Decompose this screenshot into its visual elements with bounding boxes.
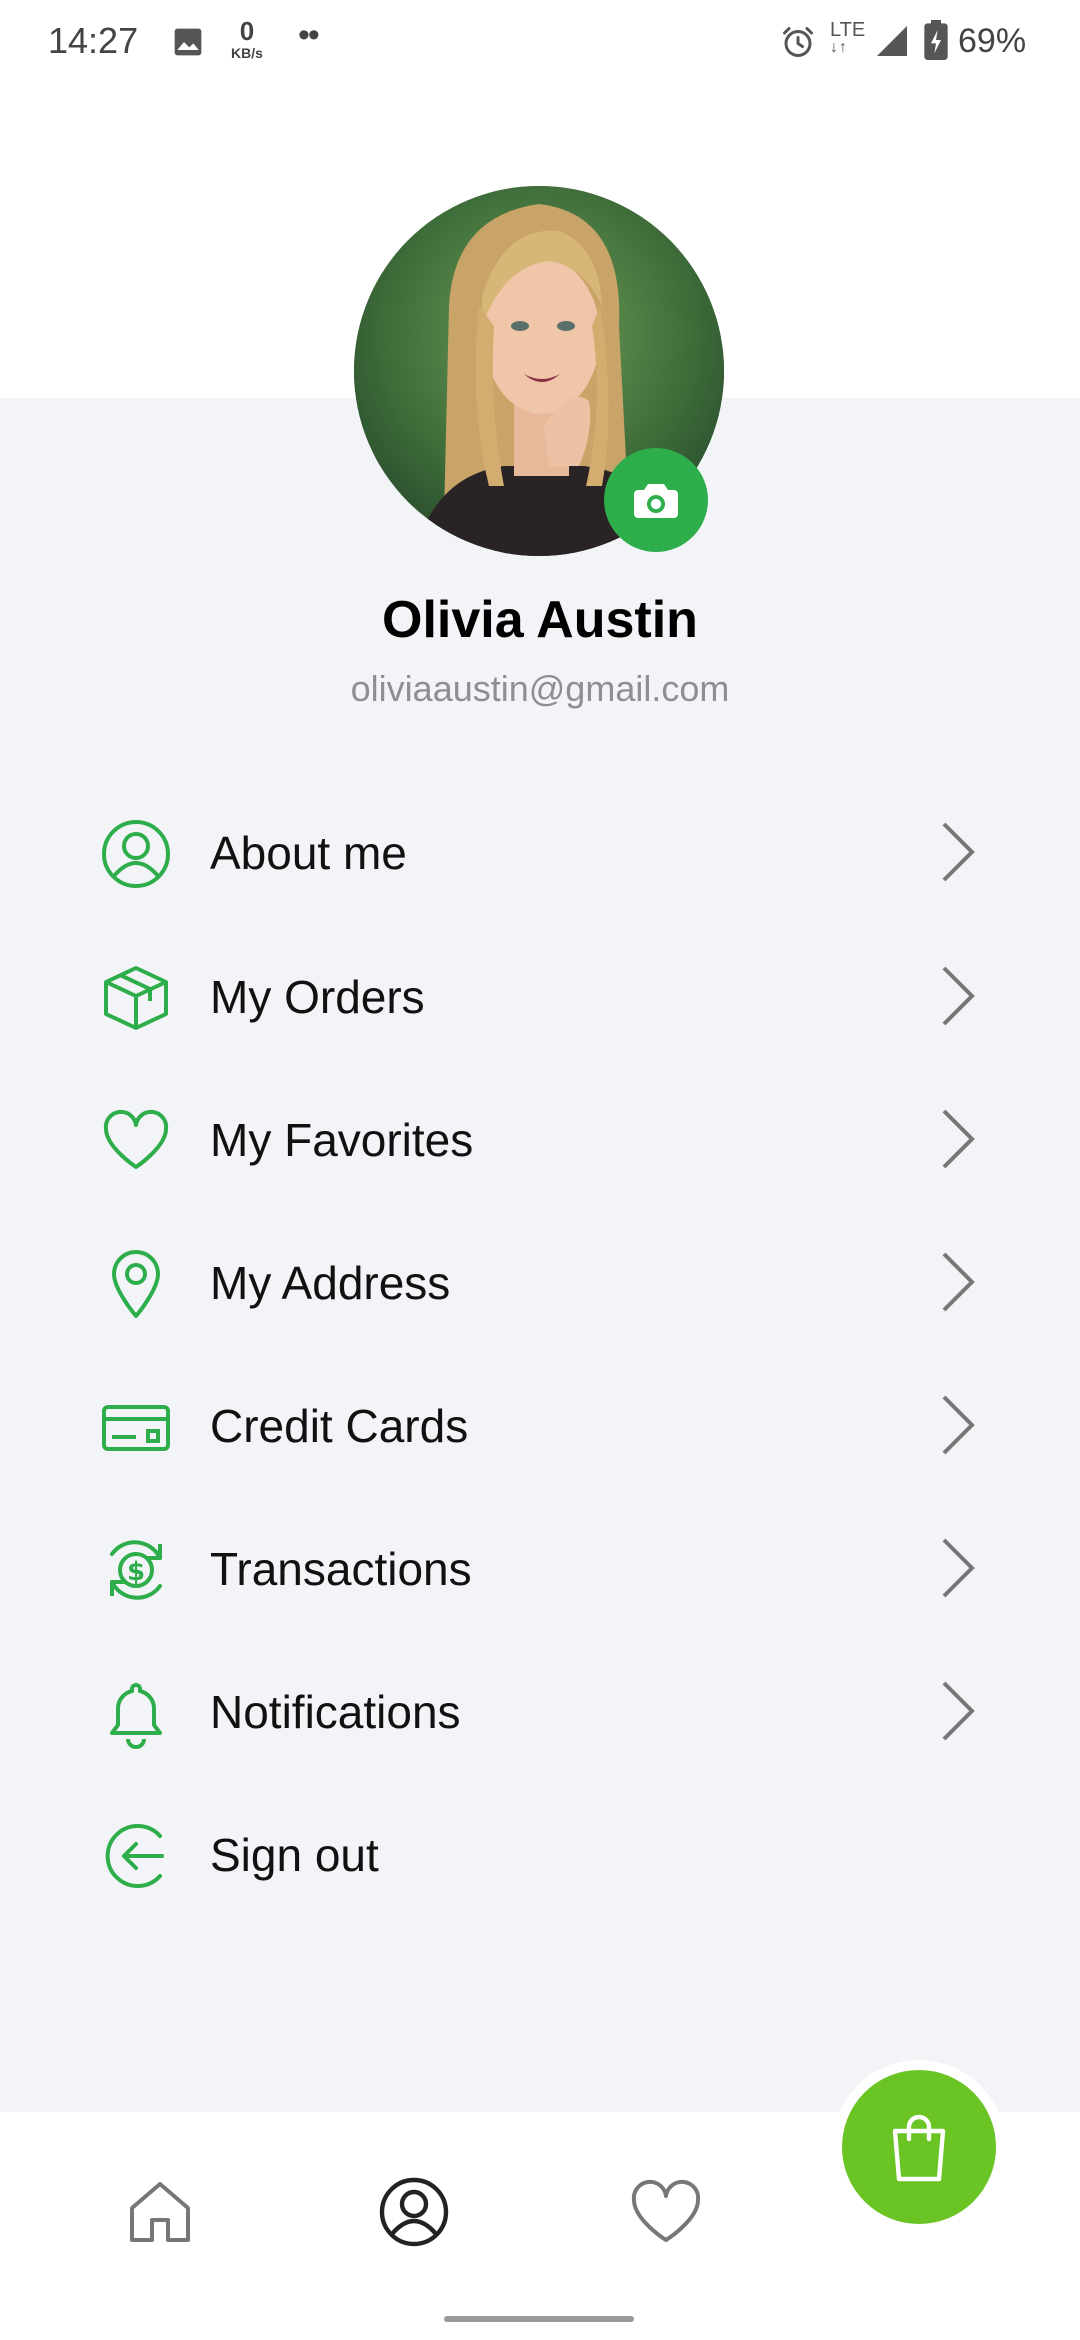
menu-label: About me bbox=[210, 827, 407, 879]
menu-item-my-favorites[interactable]: My Favorites bbox=[0, 1077, 1080, 1197]
camera-icon bbox=[634, 484, 678, 518]
heart-icon[interactable] bbox=[626, 2172, 706, 2252]
menu-label: Credit Cards bbox=[210, 1400, 469, 1452]
dollar-cycle-icon: $ bbox=[110, 1540, 162, 1600]
shopping-bag-icon bbox=[892, 2114, 946, 2182]
battery-percent: 69% bbox=[958, 22, 1027, 60]
menu-item-sign-out[interactable]: Sign out bbox=[0, 1792, 1080, 1912]
svg-text:$: $ bbox=[127, 1557, 145, 1587]
heart-icon bbox=[103, 1109, 169, 1169]
user-circle-icon bbox=[102, 820, 170, 888]
menu-item-my-address[interactable]: My Address bbox=[0, 1220, 1080, 1340]
chevron-right-icon bbox=[942, 1395, 975, 1455]
menu-label: Transactions bbox=[210, 1543, 472, 1595]
menu-item-notifications[interactable]: Notifications bbox=[0, 1649, 1080, 1769]
box-icon bbox=[104, 966, 168, 1030]
chevron-right-icon bbox=[942, 1252, 975, 1312]
alarm-icon bbox=[783, 27, 813, 57]
chevron-right-icon bbox=[942, 822, 975, 882]
credit-card-icon bbox=[102, 1405, 170, 1451]
lte-indicator: LTE ↓↑ bbox=[830, 19, 866, 56]
menu-item-my-orders[interactable]: My Orders bbox=[0, 934, 1080, 1054]
menu-label: My Favorites bbox=[210, 1114, 474, 1166]
home-indicator[interactable] bbox=[444, 2316, 634, 2322]
chevron-right-icon bbox=[942, 1109, 975, 1169]
change-photo-button[interactable] bbox=[604, 448, 708, 552]
status-bar: 14:27 0 KB/s •• LTE ↓↑ 69% bbox=[0, 0, 1080, 84]
home-icon[interactable] bbox=[120, 2172, 200, 2252]
avatar-container bbox=[354, 186, 724, 556]
profile-icon[interactable] bbox=[374, 2172, 454, 2252]
chevron-right-icon bbox=[942, 1538, 975, 1598]
menu-label: My Orders bbox=[210, 971, 425, 1023]
menu-label: Sign out bbox=[210, 1829, 379, 1881]
signal-icon bbox=[877, 26, 907, 56]
profile-email: oliviaaustin@gmail.com bbox=[350, 668, 730, 709]
location-pin-icon bbox=[112, 1250, 160, 1318]
status-time: 14:27 bbox=[48, 20, 139, 61]
bell-icon bbox=[110, 1683, 162, 1749]
image-icon bbox=[174, 28, 202, 56]
network-speed: 0 KB/s bbox=[231, 16, 263, 61]
menu-label: Notifications bbox=[210, 1686, 461, 1738]
shopping-bag-button[interactable] bbox=[832, 2060, 1006, 2234]
chevron-right-icon bbox=[942, 1681, 975, 1741]
menu-label: My Address bbox=[210, 1257, 451, 1309]
menu-item-about-me[interactable]: About me bbox=[0, 790, 1080, 910]
battery-icon bbox=[924, 20, 948, 60]
menu-item-transactions[interactable]: $ Transactions bbox=[0, 1506, 1080, 1626]
profile-name: Olivia Austin bbox=[382, 591, 698, 649]
chevron-right-icon bbox=[942, 966, 975, 1026]
notification-dots: •• bbox=[298, 16, 320, 54]
sign-out-icon bbox=[105, 1824, 164, 1888]
menu-item-credit-cards[interactable]: Credit Cards bbox=[0, 1363, 1080, 1483]
